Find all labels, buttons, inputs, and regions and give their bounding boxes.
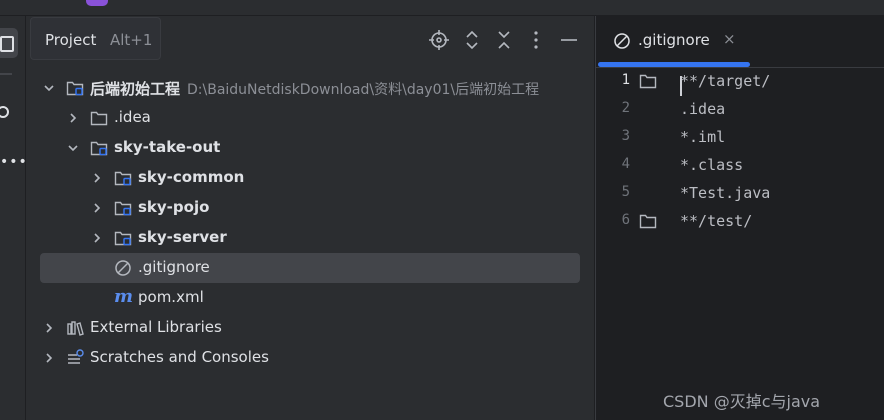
line-number: 6 xyxy=(621,212,630,228)
folder-icon xyxy=(90,109,108,127)
editor-pane: .gitignore × 1 2 3 4 5 6 **/target/ .ide… xyxy=(595,16,884,420)
commit-tool-window-icon[interactable] xyxy=(0,106,9,118)
module-folder-icon xyxy=(114,229,132,247)
code-line[interactable]: *.class xyxy=(680,156,743,184)
tree-item-label: pom.xml xyxy=(138,288,204,306)
code-line[interactable]: *Test.java xyxy=(680,184,770,212)
tree-item-pom-xml[interactable]: m pom.xml xyxy=(26,283,594,313)
gutter-line: 3 xyxy=(596,124,672,152)
project-tab-title: Project xyxy=(45,31,97,49)
project-tab-shortcut: Alt+1 xyxy=(110,31,153,49)
module-folder-icon xyxy=(66,79,84,97)
chevron-right-icon[interactable] xyxy=(42,351,56,365)
tree-item-sky-common[interactable]: sky-common xyxy=(26,163,594,193)
tree-item-label: 后端初始工程 xyxy=(90,80,181,98)
tree-item-label: Scratches and Consoles xyxy=(90,348,269,366)
line-number: 4 xyxy=(621,156,630,172)
chevron-right-icon[interactable] xyxy=(90,171,104,185)
tree-item-sky-pojo[interactable]: sky-pojo xyxy=(26,193,594,223)
tool-window-stripe: ••• xyxy=(0,16,28,420)
ignore-file-icon xyxy=(114,259,132,277)
chevron-right-icon[interactable] xyxy=(90,201,104,215)
watermark: CSDN @灭掉c与java xyxy=(663,392,821,411)
line-number: 2 xyxy=(621,100,630,116)
module-folder-icon xyxy=(90,139,108,157)
editor-tab-gitignore[interactable]: .gitignore × xyxy=(596,16,751,67)
active-tab-indicator xyxy=(598,62,750,67)
tree-item-label: sky-pojo xyxy=(138,198,210,216)
code-line[interactable]: **/test/ xyxy=(680,212,752,240)
tree-item-label: sky-common xyxy=(138,168,245,186)
line-number: 3 xyxy=(621,128,630,144)
project-panel-header: Project Alt+1 xyxy=(26,16,594,64)
tree-item-idea[interactable]: .idea xyxy=(26,103,594,133)
collapse-all-icon[interactable] xyxy=(493,29,515,51)
chevron-down-icon[interactable] xyxy=(66,141,80,155)
gutter-line: 6 xyxy=(596,208,672,236)
chevron-right-icon[interactable] xyxy=(66,111,80,125)
tree-item-label: .idea xyxy=(114,108,151,126)
tree-item-sky-take-out[interactable]: sky-take-out xyxy=(26,133,594,163)
project-panel: Project Alt+1 后端初始工程 D:\BaiduNetdiskDown… xyxy=(26,16,594,420)
tree-item-external-libraries[interactable]: External Libraries xyxy=(26,313,594,343)
options-menu-icon[interactable] xyxy=(525,29,547,51)
tree-item-gitignore[interactable]: .gitignore xyxy=(26,253,594,283)
tree-item-root-module[interactable]: 后端初始工程 D:\BaiduNetdiskDownload\资料\day01\… xyxy=(26,73,594,103)
maven-icon: m xyxy=(114,286,134,307)
line-number: 1 xyxy=(621,72,630,88)
gutter-line: 5 xyxy=(596,180,672,208)
project-tab[interactable]: Project Alt+1 xyxy=(30,17,161,60)
ignore-file-icon xyxy=(613,32,631,50)
tree-item-label: External Libraries xyxy=(90,318,222,336)
editor-gutter: 1 2 3 4 5 6 xyxy=(596,68,672,420)
editor-tab-label: .gitignore xyxy=(638,31,710,49)
app-logo-icon xyxy=(86,0,108,6)
module-folder-icon xyxy=(114,169,132,187)
scratches-icon xyxy=(66,349,84,367)
hide-panel-icon[interactable] xyxy=(558,29,580,51)
more-tool-windows-icon[interactable]: ••• xyxy=(0,154,28,170)
title-bar xyxy=(0,0,884,16)
tree-item-sky-server[interactable]: sky-server xyxy=(26,223,594,253)
editor-tab-bar: .gitignore × xyxy=(596,16,884,68)
expand-all-icon[interactable] xyxy=(461,29,483,51)
tree-item-label: sky-server xyxy=(138,228,227,246)
code-line[interactable]: **/target/ xyxy=(680,72,770,100)
library-icon xyxy=(66,319,84,337)
folder-icon xyxy=(639,74,657,89)
chevron-right-icon[interactable] xyxy=(42,321,56,335)
chevron-down-icon[interactable] xyxy=(42,81,56,95)
chevron-right-icon[interactable] xyxy=(90,231,104,245)
code-line[interactable]: *.iml xyxy=(680,128,725,156)
stripe-divider xyxy=(0,73,12,75)
locate-file-icon[interactable] xyxy=(428,29,450,51)
tree-item-scratches[interactable]: Scratches and Consoles xyxy=(26,343,594,373)
gutter-line: 4 xyxy=(596,152,672,180)
module-folder-icon xyxy=(114,199,132,217)
close-tab-icon[interactable]: × xyxy=(723,30,736,48)
project-tool-window-icon[interactable] xyxy=(0,28,18,58)
tree-item-label: sky-take-out xyxy=(114,138,221,156)
line-number: 5 xyxy=(621,184,630,200)
tree-item-label: .gitignore xyxy=(138,258,210,276)
folder-icon xyxy=(639,214,657,229)
gutter-line: 1 xyxy=(596,68,672,96)
gutter-line: 2 xyxy=(596,96,672,124)
project-path: D:\BaiduNetdiskDownload\资料\day01\后端初始工程 xyxy=(187,82,540,98)
code-line[interactable]: .idea xyxy=(680,100,725,128)
